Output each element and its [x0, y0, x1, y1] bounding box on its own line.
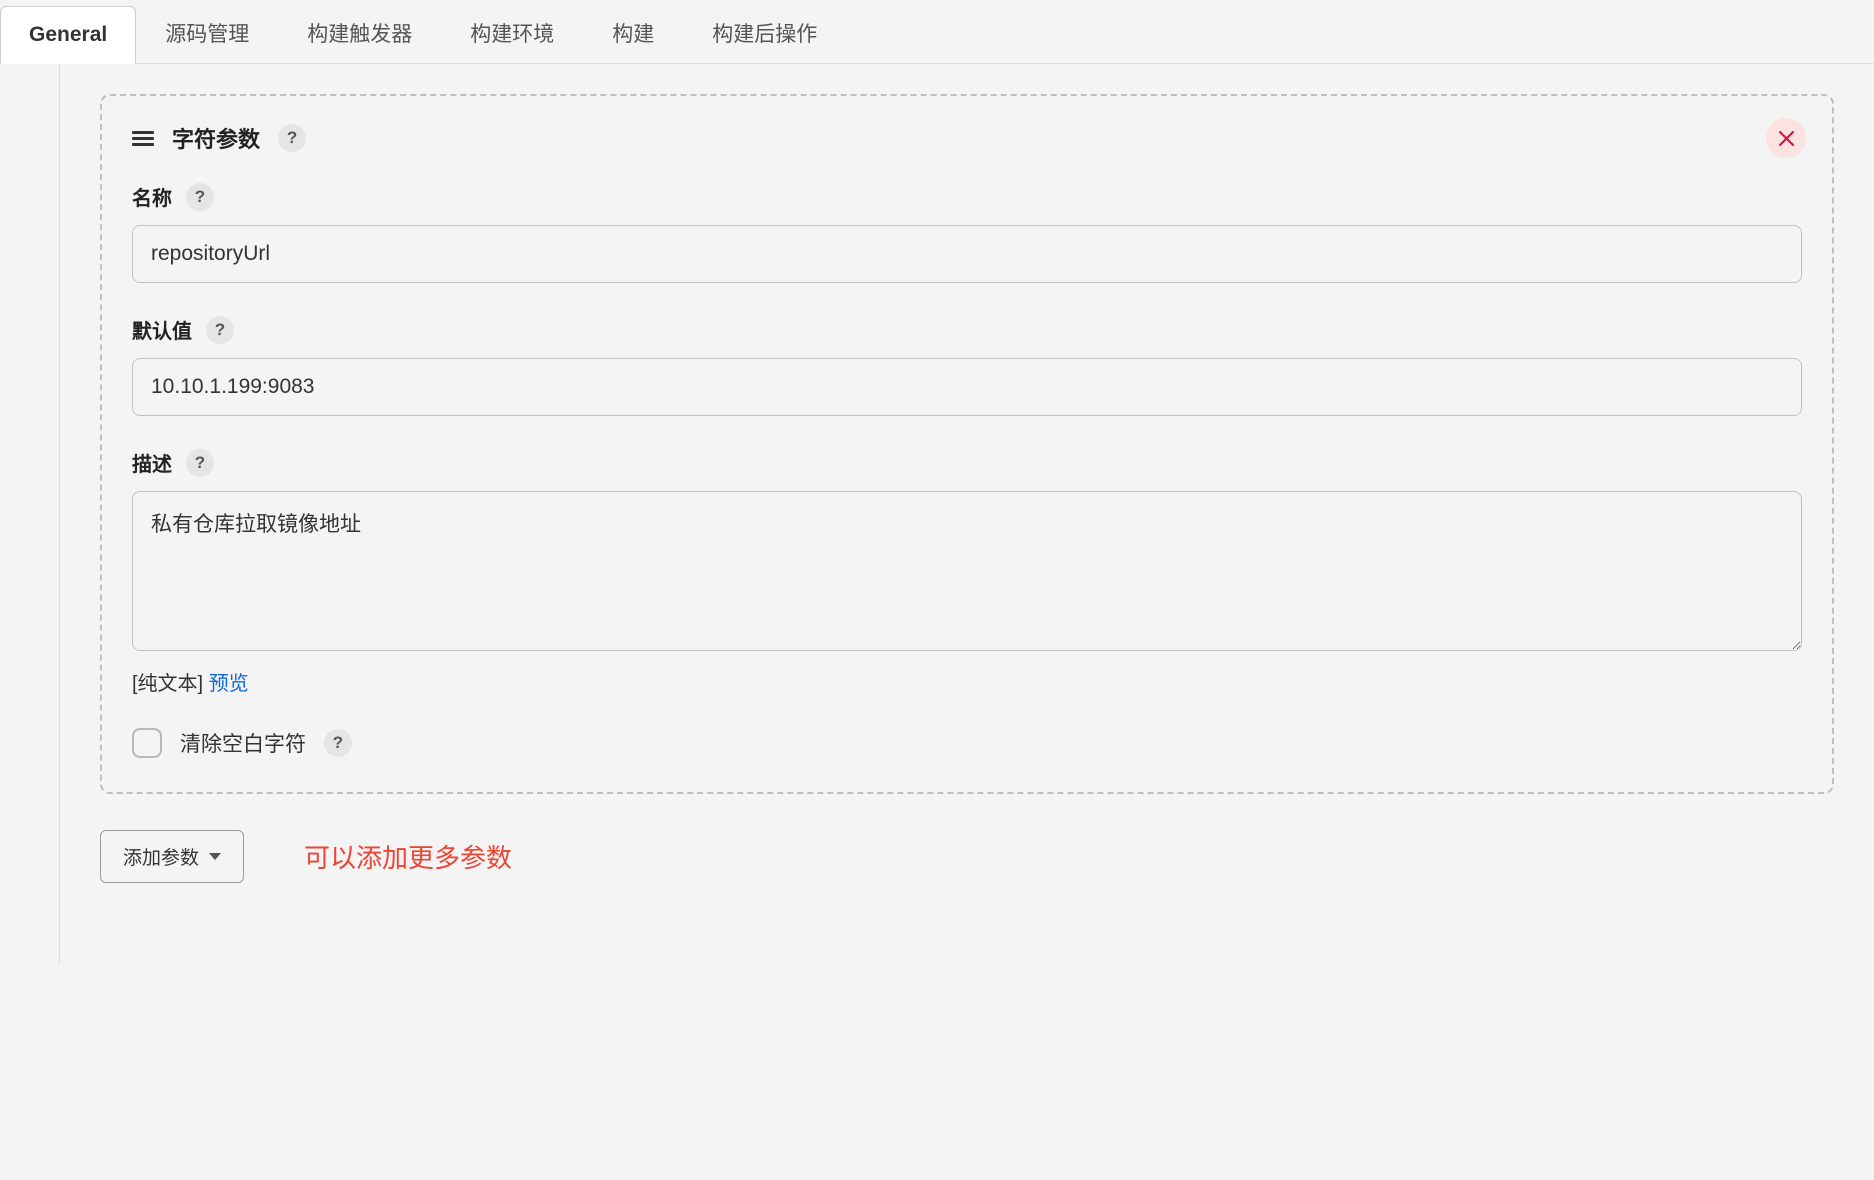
string-parameter-card: 字符参数 ? 名称 ? 默认值 ? 描述 ? — [100, 94, 1834, 794]
tab-post-build[interactable]: 构建后操作 — [683, 1, 846, 64]
close-icon — [1779, 131, 1794, 146]
name-label: 名称 — [132, 182, 172, 211]
preview-link[interactable]: 预览 — [209, 673, 249, 695]
tab-general[interactable]: General — [0, 6, 136, 64]
default-label: 默认值 — [132, 315, 192, 344]
help-icon-description[interactable]: ? — [186, 449, 214, 477]
description-label: 描述 — [132, 448, 172, 477]
add-parameter-label: 添加参数 — [123, 843, 199, 870]
field-name: 名称 ? — [132, 182, 1802, 283]
left-gutter — [0, 64, 60, 964]
help-icon-name[interactable]: ? — [186, 183, 214, 211]
trim-label: 清除空白字符 — [180, 728, 306, 758]
field-default: 默认值 ? — [132, 315, 1802, 416]
tab-build[interactable]: 构建 — [583, 1, 683, 64]
default-value-input[interactable] — [132, 358, 1802, 416]
trim-checkbox[interactable] — [132, 728, 162, 758]
description-textarea[interactable]: 私有仓库拉取镜像地址 — [132, 491, 1802, 651]
parameter-type-title: 字符参数 — [172, 122, 260, 154]
plaintext-hint: [纯文本] — [132, 673, 203, 695]
help-icon-default[interactable]: ? — [206, 316, 234, 344]
field-description: 描述 ? 私有仓库拉取镜像地址 [纯文本] 预览 — [132, 448, 1802, 696]
tab-source-control[interactable]: 源码管理 — [136, 1, 278, 64]
tab-build-environment[interactable]: 构建环境 — [441, 1, 583, 64]
help-icon-trim[interactable]: ? — [324, 729, 352, 757]
tab-build-triggers[interactable]: 构建触发器 — [278, 1, 441, 64]
help-icon-type[interactable]: ? — [278, 124, 306, 152]
chevron-down-icon — [209, 853, 221, 860]
tab-bar: General 源码管理 构建触发器 构建环境 构建 构建后操作 — [0, 0, 1874, 64]
add-parameter-button[interactable]: 添加参数 — [100, 830, 244, 883]
trim-option-row: 清除空白字符 ? — [132, 728, 1802, 758]
name-input[interactable] — [132, 225, 1802, 283]
delete-parameter-button[interactable] — [1766, 118, 1806, 158]
drag-handle-icon[interactable] — [132, 131, 154, 146]
annotation-text: 可以添加更多参数 — [304, 838, 512, 875]
